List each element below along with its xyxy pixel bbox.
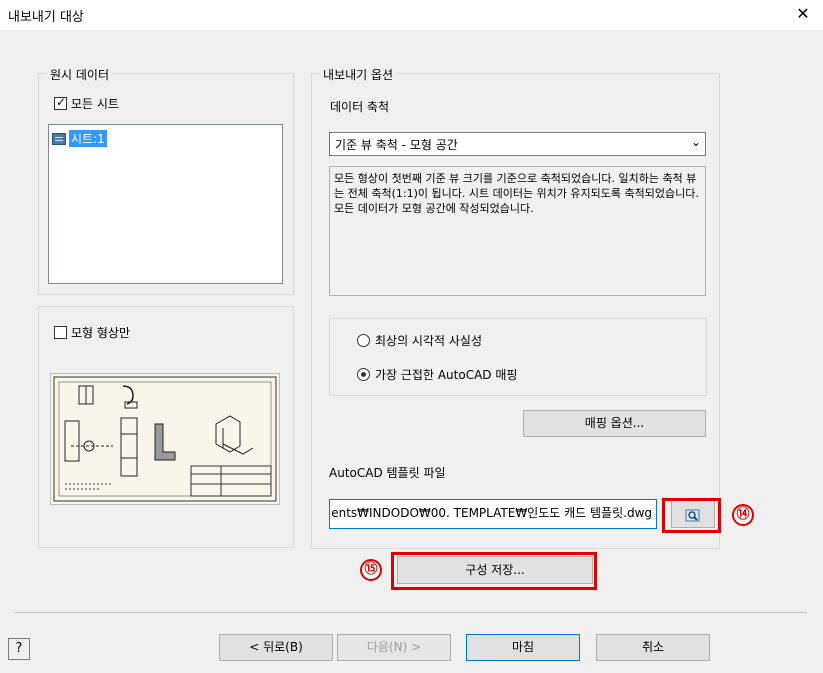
radio-closest-mapping-label: 가장 근접한 AutoCAD 매핑 — [375, 368, 518, 382]
annotation-14-badge: ⑭ — [732, 504, 754, 526]
next-button[interactable]: 다음(N) > — [337, 634, 451, 661]
data-scale-label: 데이터 축척 — [330, 100, 390, 114]
sheet-icon — [52, 132, 66, 145]
drawing-preview — [50, 373, 280, 505]
mapping-options-button[interactable]: 매핑 옵션... — [523, 410, 706, 437]
chevron-down-icon: ⌄ — [690, 135, 701, 149]
list-item[interactable]: 시트:1 — [52, 130, 107, 147]
export-destination-dialog: 내보내기 대상 ✕ 원시 데이터 모든 시트 시트:1 모형 형상만 — [0, 0, 823, 673]
model-geometry-check-box[interactable] — [54, 326, 67, 339]
export-options-legend: 내보내기 옵션 — [320, 66, 397, 83]
sheet-list[interactable]: 시트:1 — [48, 124, 283, 284]
mapping-mode-group — [329, 318, 707, 396]
finish-button[interactable]: 마침 — [466, 634, 580, 661]
cancel-button[interactable]: 취소 — [596, 634, 710, 661]
highlight-save-box — [391, 552, 597, 590]
dialog-body: 원시 데이터 모든 시트 시트:1 모형 형상만 — [0, 30, 823, 673]
close-button[interactable]: ✕ — [791, 2, 815, 26]
data-scale-dropdown[interactable]: 기준 뷰 축척 - 모형 공간 ⌄ — [329, 132, 706, 156]
all-sheets-checkbox[interactable]: 모든 시트 — [54, 95, 119, 112]
template-file-label: AutoCAD 템플릿 파일 — [329, 466, 446, 480]
all-sheets-check-box[interactable] — [54, 95, 67, 110]
drawing-thumbnail-icon — [53, 376, 277, 502]
template-path-value: ents₩INDODO₩00. TEMPLATE₩인도도 캐드 템플릿.dwg — [331, 506, 652, 520]
dialog-title: 내보내기 대상 — [8, 10, 84, 25]
radio-best-visual-label: 최상의 시각적 사실성 — [375, 334, 482, 348]
title-bar: 내보내기 대상 ✕ — [0, 0, 823, 28]
radio-best-visual[interactable]: 최상의 시각적 사실성 — [357, 332, 482, 349]
data-scale-description: 모든 형상이 첫번째 기준 뷰 크기를 기준으로 축척되었습니다. 일치하는 축… — [329, 166, 706, 296]
help-button[interactable]: ? — [8, 638, 30, 660]
model-geometry-checkbox[interactable]: 모형 형상만 — [54, 324, 130, 341]
radio-best-visual-button[interactable] — [357, 334, 370, 347]
back-button[interactable]: < 뒤로(B) — [219, 634, 333, 661]
radio-closest-mapping[interactable]: 가장 근접한 AutoCAD 매핑 — [357, 366, 517, 383]
radio-closest-mapping-button[interactable] — [357, 368, 370, 381]
model-geometry-label: 모형 형상만 — [71, 326, 131, 340]
source-data-legend: 원시 데이터 — [47, 66, 113, 83]
template-path-input[interactable]: ents₩INDODO₩00. TEMPLATE₩인도도 캐드 템플릿.dwg — [329, 499, 657, 529]
annotation-15-badge: ⑮ — [360, 559, 382, 581]
footer-divider — [14, 612, 807, 613]
all-sheets-label: 모든 시트 — [71, 97, 119, 111]
sheet-label: 시트:1 — [69, 130, 107, 147]
data-scale-value: 기준 뷰 축척 - 모형 공간 — [335, 138, 458, 152]
highlight-browse-box — [662, 498, 721, 533]
